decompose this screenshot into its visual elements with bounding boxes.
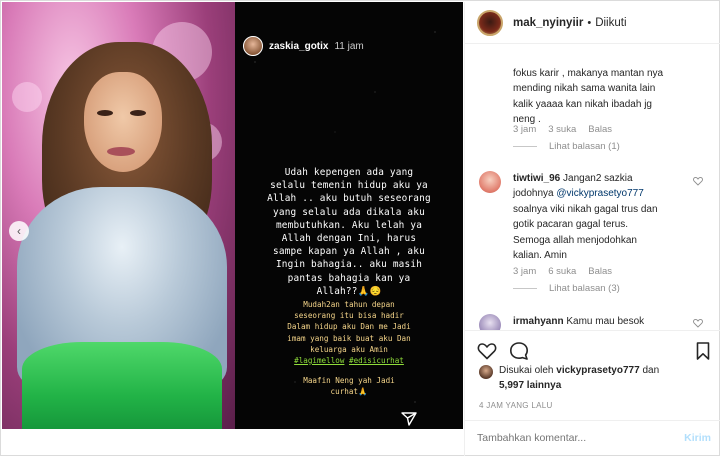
story-time: 11 jam [334,40,364,52]
comment-text: fokus karir , makanya mantan nya mending… [513,68,664,126]
story-header: zaskia_gotix 11 jam [243,36,364,56]
commenter-avatar[interactable] [479,314,501,330]
post-timestamp: 4 JAM YANG LALU [479,401,553,410]
post-sidebar: mak_nyinyiir • Diikuti fokus karir , mak… [464,2,720,456]
follow-status-button[interactable]: Diikuti [595,17,626,29]
header-separator: • [587,16,592,29]
bookmark-icon[interactable] [693,341,713,361]
post-photo [2,2,235,429]
comment-meta: 3 jam 3 suka Balas [513,124,612,135]
story-main-text: Udah kepengen ada yang selalu temenin hi… [267,167,431,297]
post-comment-button[interactable]: Kirim [684,432,711,444]
like-comment-heart-icon[interactable] [693,176,703,186]
comment-bar: Kirim [465,420,720,456]
author-username[interactable]: mak_nyinyiir [513,17,583,29]
comment-input[interactable] [477,432,657,444]
story-username: zaskia_gotix [269,40,329,52]
post-frame: ‹ zaskia_gotix 11 jam Udah kepengen ada … [0,0,720,456]
like-comment-heart-icon[interactable] [693,318,703,328]
send-icon [401,412,417,426]
commenter-avatar[interactable] [479,171,501,193]
story-hashtags: #lagimellow #edisicurhat [294,356,404,365]
comment-bubble-icon[interactable] [509,341,529,361]
post-header: mak_nyinyiir • Diikuti [465,2,720,44]
likes-summary: Disukai oleh vickyprasetyo777 dan 5,997 … [479,364,659,393]
story-sub-text: Mudah2an tahun depan seseorang itu bisa … [287,300,411,354]
author-avatar[interactable] [477,9,503,36]
view-replies-button[interactable]: Lihat balasan (1) [513,141,620,152]
comment-text: irmahyann Kamu mau besok [513,316,645,327]
like-heart-icon[interactable] [477,341,497,361]
liker-avatar[interactable] [479,365,493,379]
story-footer-text: Maafin Neng yah Jadi curhat🙏 [303,376,395,397]
story-screenshot: zaskia_gotix 11 jam Udah kepengen ada ya… [235,2,463,429]
comment-meta: 3 jam 6 suka Balas [513,266,612,277]
comment-text: tiwtiwi_96 Jangan2 sazkia jodohnya @vick… [513,173,658,262]
comments-list[interactable]: fokus karir , makanya mantan nya mending… [465,44,720,330]
view-replies-button[interactable]: Lihat balasan (3) [513,283,620,294]
story-avatar [243,36,263,56]
previous-arrow-icon[interactable]: ‹ [9,221,29,241]
